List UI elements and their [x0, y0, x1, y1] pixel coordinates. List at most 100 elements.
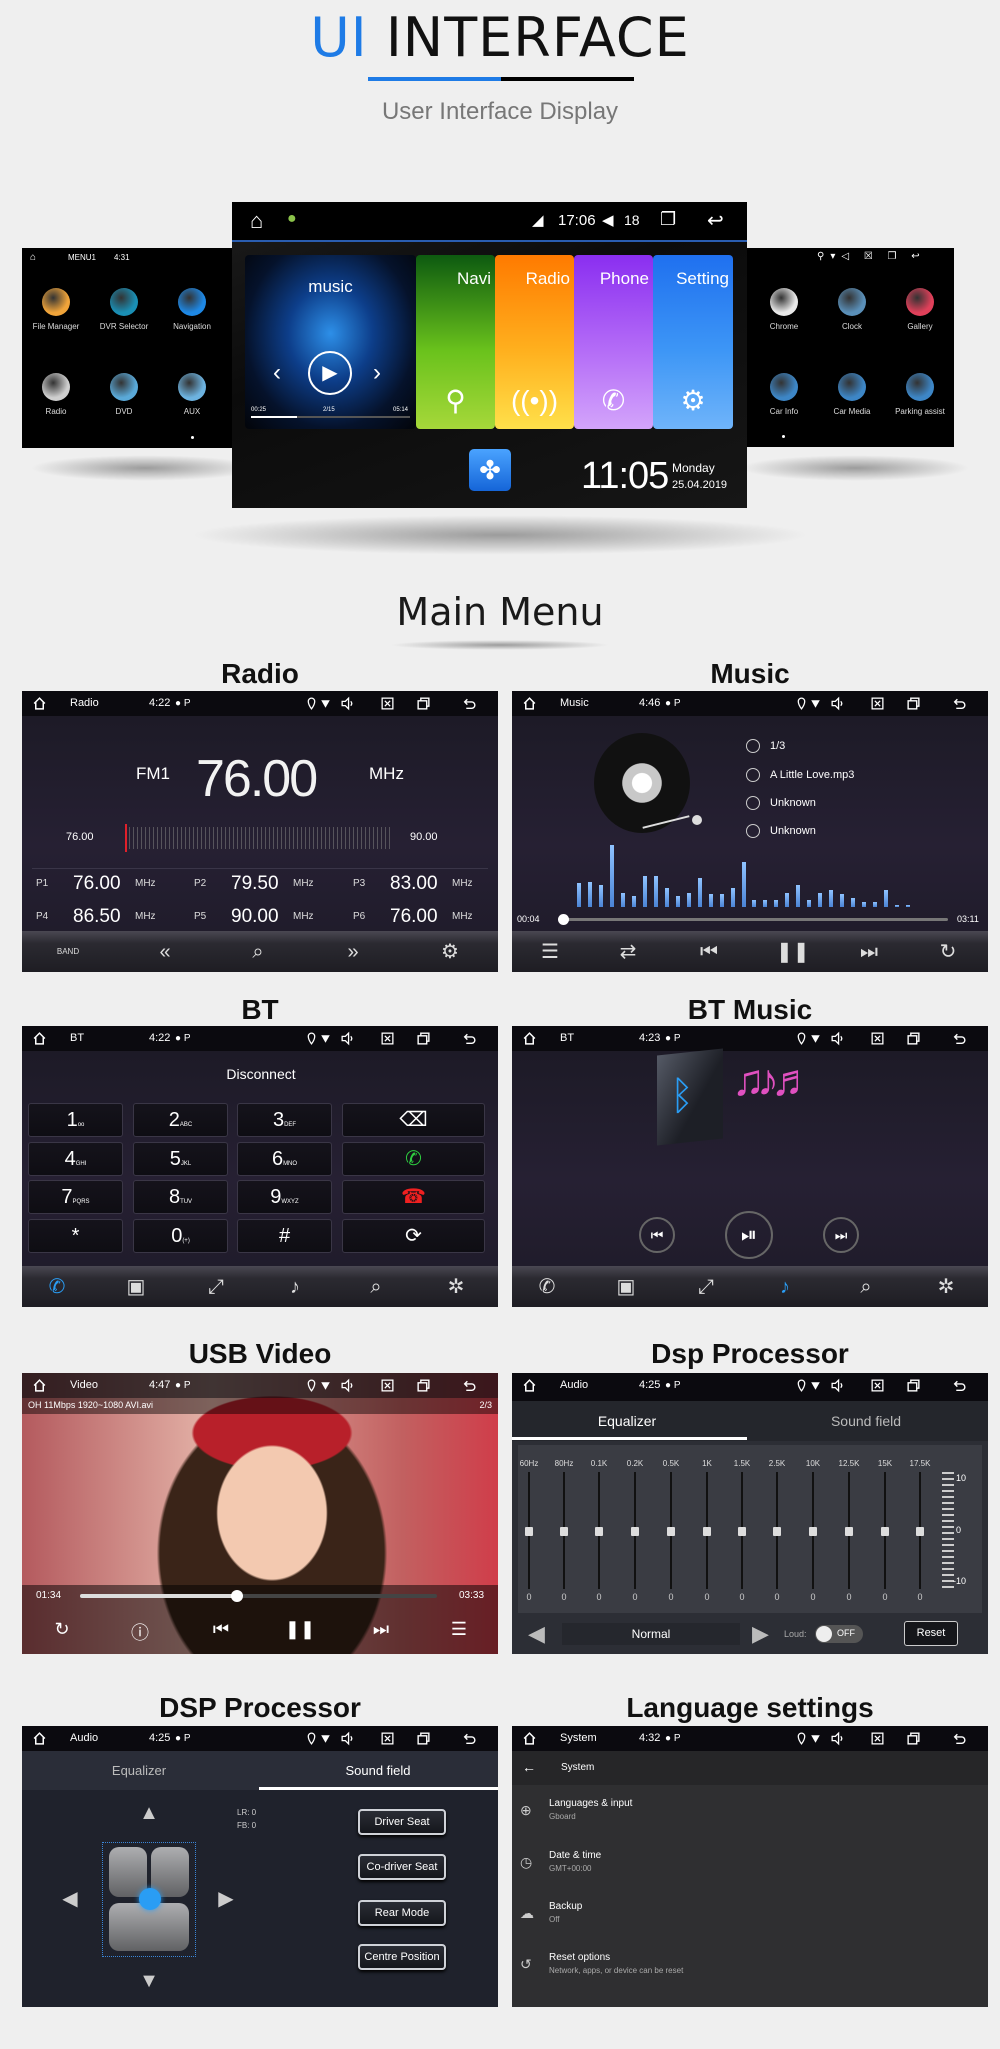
dial-key-#[interactable]: #: [237, 1219, 332, 1253]
eq-slider-knob[interactable]: [809, 1526, 817, 1536]
home-icon[interactable]: [32, 1026, 47, 1051]
back-icon[interactable]: [952, 1026, 967, 1051]
app-car-info[interactable]: Car Info: [751, 373, 817, 416]
tile-radio[interactable]: Radio ((•)): [495, 255, 574, 429]
preset-p6[interactable]: P6 76.00 MHz: [353, 906, 493, 932]
next-icon[interactable]: ⏭: [373, 1619, 389, 1640]
app-radio[interactable]: Radio: [23, 373, 89, 416]
preset-p5[interactable]: P5 90.00 MHz: [194, 906, 334, 932]
eq-slider[interactable]: [845, 1472, 853, 1589]
eq-slider-knob[interactable]: [916, 1526, 924, 1536]
app-navigation[interactable]: Navigation: [159, 288, 225, 331]
app-car-media[interactable]: Car Media: [819, 373, 885, 416]
volume-icon[interactable]: [340, 1373, 355, 1398]
app-aux[interactable]: AUX: [159, 373, 225, 416]
eq-slider[interactable]: [916, 1472, 924, 1589]
video-seekbar[interactable]: [80, 1590, 437, 1602]
tuning-scale[interactable]: [125, 827, 392, 849]
play-pause-button[interactable]: ⏯: [725, 1211, 773, 1259]
settings-icon[interactable]: ⚙: [437, 939, 463, 965]
driver-seat-button[interactable]: Driver Seat: [358, 1809, 446, 1835]
tile-setting[interactable]: Setting ⚙: [653, 255, 733, 429]
play-icon[interactable]: ▶: [308, 351, 352, 395]
app-gallery[interactable]: Gallery: [887, 288, 953, 331]
tab-sound-field[interactable]: Sound field: [831, 1413, 901, 1429]
dial-key-9[interactable]: 9WXYZ: [237, 1180, 332, 1214]
dial-key-1[interactable]: 1oo: [28, 1103, 123, 1137]
volume-icon[interactable]: [830, 1373, 845, 1398]
settings-item[interactable]: ◷ Date & time GMT+00:00: [512, 1848, 988, 1892]
recent-apps-icon[interactable]: [906, 1026, 921, 1051]
preset-p3[interactable]: P3 83.00 MHz: [353, 873, 493, 899]
back-icon[interactable]: [462, 1726, 477, 1751]
dialpad-tab-icon[interactable]: ✆: [534, 1274, 560, 1300]
home-icon[interactable]: [522, 1373, 537, 1398]
close-app-icon[interactable]: [380, 691, 395, 716]
back-icon[interactable]: ↩: [707, 208, 724, 233]
eq-slider[interactable]: [703, 1472, 711, 1589]
home-icon[interactable]: [32, 1373, 47, 1398]
back-arrow-icon[interactable]: ←: [522, 1759, 536, 1775]
settings-item[interactable]: ⊕ Languages & input Gboard: [512, 1796, 988, 1840]
eq-slider-knob[interactable]: [738, 1526, 746, 1536]
tile-phone[interactable]: Phone ✆: [574, 255, 653, 429]
app-dvr-selector[interactable]: DVR Selector: [91, 288, 157, 331]
move-left-icon[interactable]: ◀: [62, 1886, 77, 1911]
call-button[interactable]: ✆: [342, 1142, 485, 1176]
dial-key-6[interactable]: 6MNO: [237, 1142, 332, 1176]
eq-slider-knob[interactable]: [667, 1526, 675, 1536]
app-dvd[interactable]: DVD: [91, 373, 157, 416]
refresh-button[interactable]: ⟳: [342, 1219, 485, 1253]
preset-p2[interactable]: P2 79.50 MHz: [194, 873, 334, 899]
eq-slider[interactable]: [525, 1472, 533, 1589]
volume-icon[interactable]: [830, 1726, 845, 1751]
repeat-icon[interactable]: ↻: [54, 1619, 69, 1640]
dial-key-5[interactable]: 5JKL: [133, 1142, 228, 1176]
home-icon[interactable]: [522, 1026, 537, 1051]
recent-apps-icon[interactable]: [416, 1373, 431, 1398]
volume-icon[interactable]: [340, 1726, 355, 1751]
volume-icon[interactable]: [340, 1026, 355, 1051]
pause-icon[interactable]: ❚❚: [285, 1619, 315, 1640]
recent-apps-icon[interactable]: [416, 691, 431, 716]
home-icon[interactable]: [32, 1726, 47, 1751]
home-icon[interactable]: [32, 691, 47, 716]
preset-next-icon[interactable]: ▶: [752, 1621, 769, 1647]
hang-up-button[interactable]: ☎: [342, 1180, 485, 1214]
move-up-icon[interactable]: ▲: [139, 1802, 159, 1825]
back-icon[interactable]: [462, 1026, 477, 1051]
recent-apps-icon[interactable]: [416, 1726, 431, 1751]
app-clock[interactable]: Clock: [819, 288, 885, 331]
move-right-icon[interactable]: ▶: [218, 1886, 233, 1911]
app-file-manager[interactable]: File Manager: [23, 288, 89, 331]
shuffle-icon[interactable]: ⇄: [615, 939, 641, 965]
volume-icon[interactable]: [830, 691, 845, 716]
repeat-icon[interactable]: ↻: [935, 939, 961, 965]
eq-slider-knob[interactable]: [773, 1526, 781, 1536]
app-parking-assist[interactable]: Parking assist: [887, 373, 953, 416]
seek-forward-icon[interactable]: »: [340, 939, 366, 965]
eq-slider-knob[interactable]: [703, 1526, 711, 1536]
home-icon[interactable]: ⌂: [250, 208, 263, 234]
tuning-needle[interactable]: [125, 824, 127, 852]
previous-button[interactable]: ⏮: [639, 1217, 675, 1253]
dial-key-0[interactable]: 0(+): [133, 1219, 228, 1253]
sound-focus-handle[interactable]: [139, 1888, 161, 1910]
back-icon[interactable]: [462, 691, 477, 716]
co-driver-seat-button[interactable]: Co-driver Seat: [358, 1854, 446, 1880]
pause-icon[interactable]: ❚❚: [776, 939, 810, 965]
dial-key-7[interactable]: 7PQRS: [28, 1180, 123, 1214]
bt-music-tab-icon[interactable]: ♪: [772, 1274, 798, 1300]
seek-back-icon[interactable]: «: [152, 939, 178, 965]
eq-slider[interactable]: [595, 1472, 603, 1589]
backspace-button[interactable]: ⌫: [342, 1103, 485, 1137]
home-icon[interactable]: [522, 1726, 537, 1751]
seat-map[interactable]: [102, 1842, 196, 1957]
eq-slider-knob[interactable]: [595, 1526, 603, 1536]
band-button[interactable]: BAND: [55, 939, 81, 965]
tab-equalizer[interactable]: Equalizer: [112, 1763, 166, 1778]
tab-equalizer[interactable]: Equalizer: [598, 1413, 656, 1429]
back-icon[interactable]: [952, 1373, 967, 1398]
recent-apps-icon[interactable]: [416, 1026, 431, 1051]
eq-preset[interactable]: Normal: [562, 1623, 740, 1645]
